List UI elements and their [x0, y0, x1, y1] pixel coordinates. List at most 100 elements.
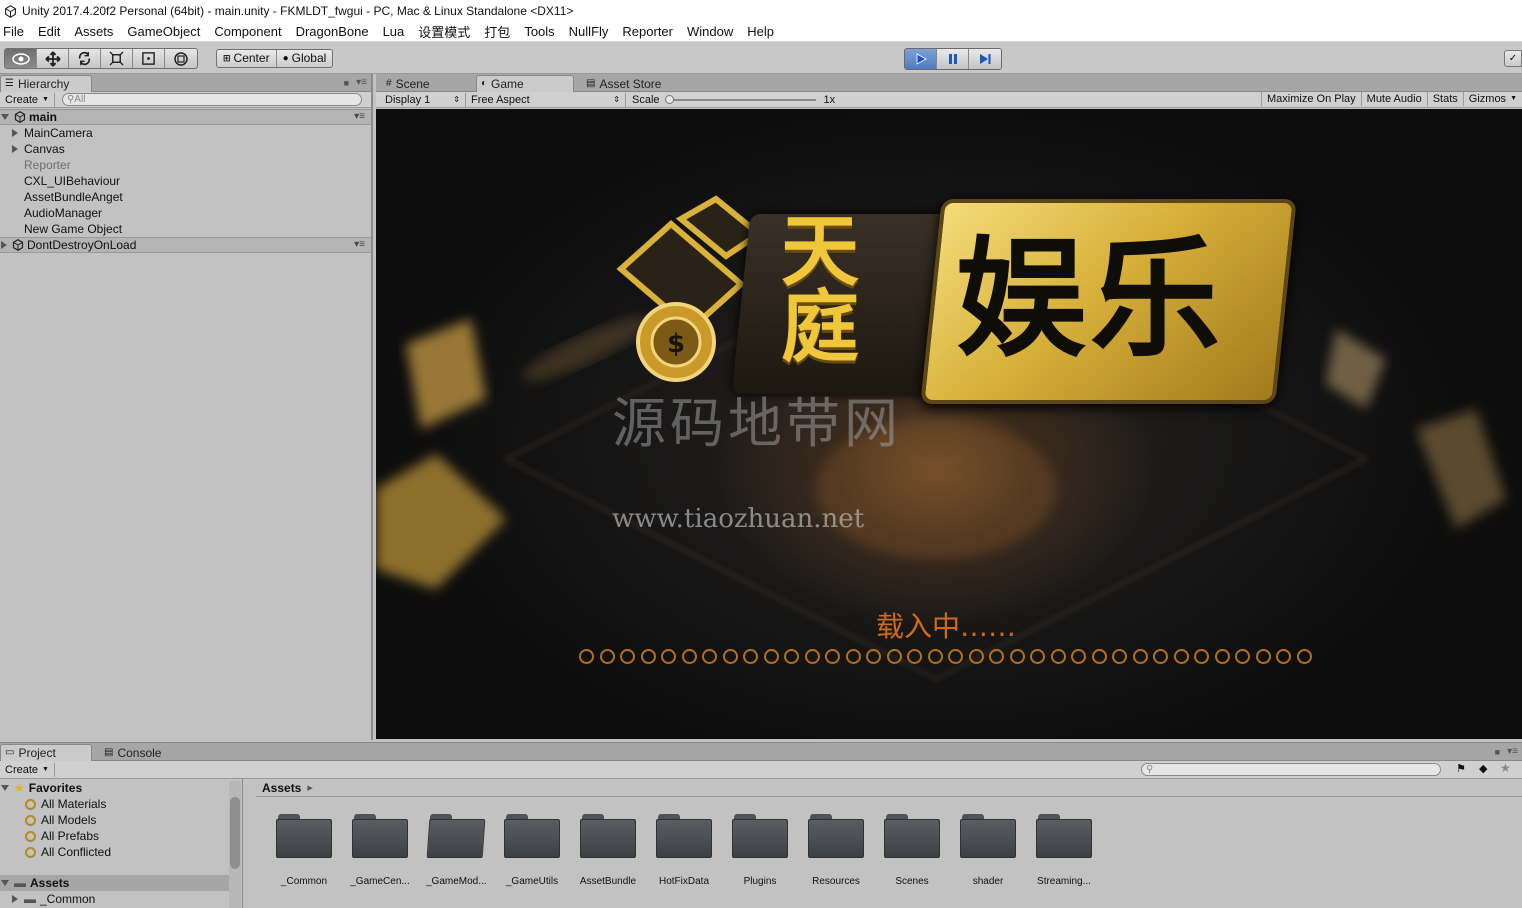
expand-arrow-icon[interactable] — [1, 880, 9, 886]
asset-folder-hotfixdata[interactable]: HotFixData — [654, 814, 714, 887]
hierarchy-item-canvas[interactable]: Canvas — [0, 141, 371, 157]
breadcrumb-assets[interactable]: Assets — [262, 781, 301, 795]
menu-settings-mode[interactable]: 设置模式 — [415, 22, 477, 41]
scene-menu-icon[interactable]: ▾≡ — [354, 237, 365, 253]
tree-item-common[interactable]: ▬ _Common — [0, 891, 241, 907]
lock-icon[interactable]: ■ — [344, 78, 349, 88]
hierarchy-item-new-game-object[interactable]: New Game Object — [0, 221, 371, 237]
collapse-arrow-icon[interactable] — [12, 145, 18, 153]
asset-folder-gamecen[interactable]: _GameCen... — [350, 814, 410, 887]
view-tool-button[interactable] — [5, 49, 37, 68]
menu-nullfly[interactable]: NullFly — [566, 24, 616, 39]
menu-package[interactable]: 打包 — [481, 22, 517, 41]
favorite-label: All Conflicted — [41, 845, 112, 859]
gizmos-dropdown[interactable]: Gizmos ▼ — [1464, 92, 1522, 106]
updown-arrow-icon: ⇕ — [453, 94, 460, 104]
move-tool-button[interactable] — [37, 49, 69, 68]
asset-folder-gameutils[interactable]: _GameUtils — [502, 814, 562, 887]
asset-folder-scenes[interactable]: Scenes — [882, 814, 942, 887]
menu-help[interactable]: Help — [744, 24, 781, 39]
expand-arrow-icon[interactable] — [1, 785, 9, 791]
favorites-header[interactable]: ★ Favorites — [0, 780, 241, 796]
pivot-center-button[interactable]: ⊞ Center — [217, 50, 277, 67]
stats-toggle[interactable]: Stats — [1428, 92, 1464, 106]
folder-tab-icon: ▭ — [5, 747, 15, 758]
menu-file[interactable]: File — [0, 24, 31, 39]
menu-assets[interactable]: Assets — [71, 24, 120, 39]
tab-scene[interactable]: # Scene — [382, 75, 438, 92]
menu-reporter[interactable]: Reporter — [619, 24, 680, 39]
menu-lua[interactable]: Lua — [380, 24, 412, 39]
favorite-all-materials[interactable]: All Materials — [0, 796, 241, 812]
asset-folder-assetbundle[interactable]: AssetBundle — [578, 814, 638, 887]
menu-edit[interactable]: Edit — [35, 24, 67, 39]
unity-scene-icon — [12, 239, 24, 251]
hierarchy-item-maincamera[interactable]: MainCamera — [0, 125, 371, 141]
menu-window[interactable]: Window — [684, 24, 740, 39]
step-button[interactable] — [969, 49, 1001, 69]
tab-project[interactable]: ▭ Project — [0, 744, 92, 761]
pause-button[interactable] — [937, 49, 969, 69]
asset-folder-gamemod[interactable]: _GameMod... — [426, 814, 487, 887]
scene-menu-icon[interactable]: ▾≡ — [354, 109, 365, 125]
favorite-all-prefabs[interactable]: All Prefabs — [0, 828, 241, 844]
collapse-arrow-icon[interactable] — [1, 241, 7, 249]
tab-hierarchy-label: Hierarchy — [17, 77, 70, 91]
panel-menu-icon[interactable]: ▾≡ — [1507, 746, 1518, 757]
asset-folder-common[interactable]: _Common — [274, 814, 334, 887]
project-search-input[interactable]: ⚲ — [1141, 763, 1441, 776]
hierarchy-item-audiomanager[interactable]: AudioManager — [0, 205, 371, 221]
tree-scrollbar[interactable] — [229, 781, 241, 908]
asset-folder-plugins[interactable]: Plugins — [730, 814, 790, 887]
rotate-tool-button[interactable] — [69, 49, 101, 68]
folder-label: AssetBundle — [579, 876, 637, 887]
hierarchy-item-assetbundleanget[interactable]: AssetBundleAnget — [0, 189, 371, 205]
menu-dragonbone[interactable]: DragonBone — [293, 24, 376, 39]
move-arrows-icon — [44, 50, 61, 67]
scene-header-main[interactable]: main ▾≡ — [0, 109, 371, 125]
asset-folder-streaming[interactable]: Streaming... — [1034, 814, 1094, 887]
hierarchy-item-cxl-uibehaviour[interactable]: CXL_UIBehaviour — [0, 173, 371, 189]
pivot-global-button[interactable]: ● Global — [277, 50, 333, 67]
assets-root-item[interactable]: ▬ Assets — [0, 875, 241, 891]
filter-by-type-icon[interactable]: ⚑ — [1456, 762, 1466, 775]
scale-tool-button[interactable] — [101, 49, 133, 68]
menu-gameobject[interactable]: GameObject — [124, 24, 207, 39]
tab-hierarchy[interactable]: ☰ Hierarchy — [0, 75, 92, 92]
lock-icon[interactable]: ■ — [1495, 747, 1500, 757]
slider-thumb[interactable] — [664, 94, 674, 104]
favorite-all-conflicted[interactable]: All Conflicted — [0, 844, 241, 860]
tab-game[interactable]: ◐ Game — [476, 75, 574, 92]
hierarchy-create-dropdown[interactable]: Create ▼ — [0, 92, 55, 107]
scrollbar-thumb[interactable] — [230, 797, 240, 869]
asset-folder-shader[interactable]: shader — [958, 814, 1018, 887]
asset-folder-resources[interactable]: Resources — [806, 814, 866, 887]
panel-menu-icon[interactable]: ▾≡ — [356, 77, 367, 88]
filter-by-label-icon[interactable]: ◆ — [1479, 762, 1487, 775]
project-create-dropdown[interactable]: Create ▼ — [0, 762, 55, 777]
mute-audio-toggle[interactable]: Mute Audio — [1362, 92, 1428, 106]
play-button[interactable] — [905, 49, 937, 69]
game-render-area[interactable]: $ 天庭 娱乐 源码地带网 www.tiaozhuan.net 载入中…… — [376, 109, 1522, 739]
hierarchy-item-reporter[interactable]: Reporter — [0, 157, 371, 173]
tab-asset-store[interactable]: ▤ Asset Store — [582, 75, 669, 92]
rect-tool-button[interactable] — [133, 49, 165, 68]
expand-arrow-icon[interactable] — [1, 114, 9, 120]
tab-console[interactable]: ▤ Console — [100, 744, 169, 761]
maximize-on-play-toggle[interactable]: Maximize On Play — [1261, 92, 1362, 106]
display-dropdown[interactable]: Display 1 ⇕ — [380, 92, 466, 107]
favorite-all-models[interactable]: All Models — [0, 812, 241, 828]
hierarchy-search-input[interactable]: ⚲ All — [61, 93, 362, 106]
unity-scene-icon — [14, 111, 26, 123]
transform-tool-button[interactable] — [165, 49, 197, 68]
loading-dot — [1050, 649, 1066, 664]
collapse-arrow-icon[interactable] — [12, 129, 18, 137]
cloud-button[interactable]: ✓ — [1504, 50, 1522, 67]
aspect-dropdown[interactable]: Free Aspect ⇕ — [466, 92, 626, 107]
scene-header-dontdestroyonload[interactable]: DontDestroyOnLoad ▾≡ — [0, 237, 371, 253]
menu-component[interactable]: Component — [211, 24, 288, 39]
scale-slider[interactable] — [664, 93, 818, 107]
collapse-arrow-icon[interactable] — [12, 895, 18, 903]
favorite-star-icon[interactable]: ★ — [1500, 761, 1511, 775]
menu-tools[interactable]: Tools — [521, 24, 561, 39]
